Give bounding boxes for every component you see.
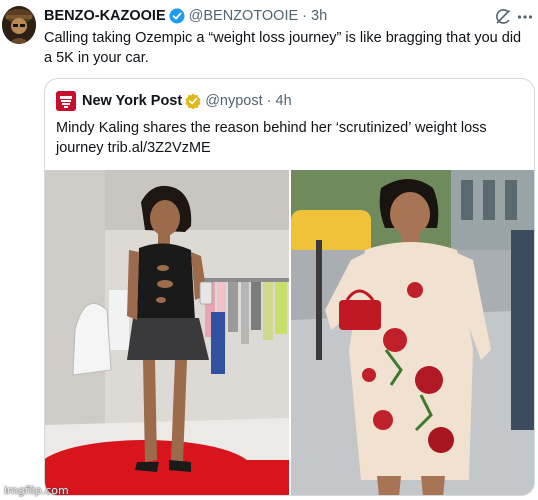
- tweet-header: BENZO-KAZOOIE @BENZOTOOIE · 3h: [44, 7, 327, 25]
- quoted-separator-dot: ·: [266, 93, 272, 109]
- quoted-tweet-text: Mindy Kaling shares the reason behind he…: [56, 120, 487, 156]
- quoted-author-name[interactable]: New York Post: [82, 93, 182, 109]
- quoted-tweet-time[interactable]: 4h: [276, 93, 292, 109]
- author-handle[interactable]: @BENZOTOOIE: [189, 8, 299, 24]
- quoted-author-handle[interactable]: @nypost: [205, 93, 262, 109]
- gold-check-verified-icon: [185, 93, 201, 109]
- photo-right-image: [291, 170, 534, 495]
- tweet[interactable]: BENZO-KAZOOIE @BENZOTOOIE · 3h Calling t…: [0, 0, 538, 500]
- photo-left[interactable]: [45, 170, 289, 495]
- photo-right[interactable]: [291, 170, 534, 495]
- nypost-logo-icon: [56, 91, 76, 111]
- imgflip-watermark: imgflip.com: [4, 484, 69, 497]
- quoted-tweet-header: New York Post @nypost · 4h: [56, 91, 292, 111]
- tweet-time[interactable]: 3h: [311, 8, 327, 24]
- more-dots-icon[interactable]: [516, 8, 534, 26]
- grok-icon[interactable]: [494, 8, 512, 26]
- tweet-text: Calling taking Ozempic a “weight loss jo…: [44, 30, 522, 66]
- blue-check-verified-icon: [169, 8, 185, 24]
- avatar[interactable]: [2, 6, 36, 44]
- quoted-media[interactable]: [45, 170, 534, 495]
- avatar-image: [2, 6, 36, 44]
- quoted-tweet[interactable]: New York Post @nypost · 4h Mindy Kaling …: [44, 78, 535, 496]
- separator-dot: ·: [302, 8, 308, 24]
- photo-left-image: [45, 170, 289, 495]
- author-name[interactable]: BENZO-KAZOOIE: [44, 8, 166, 24]
